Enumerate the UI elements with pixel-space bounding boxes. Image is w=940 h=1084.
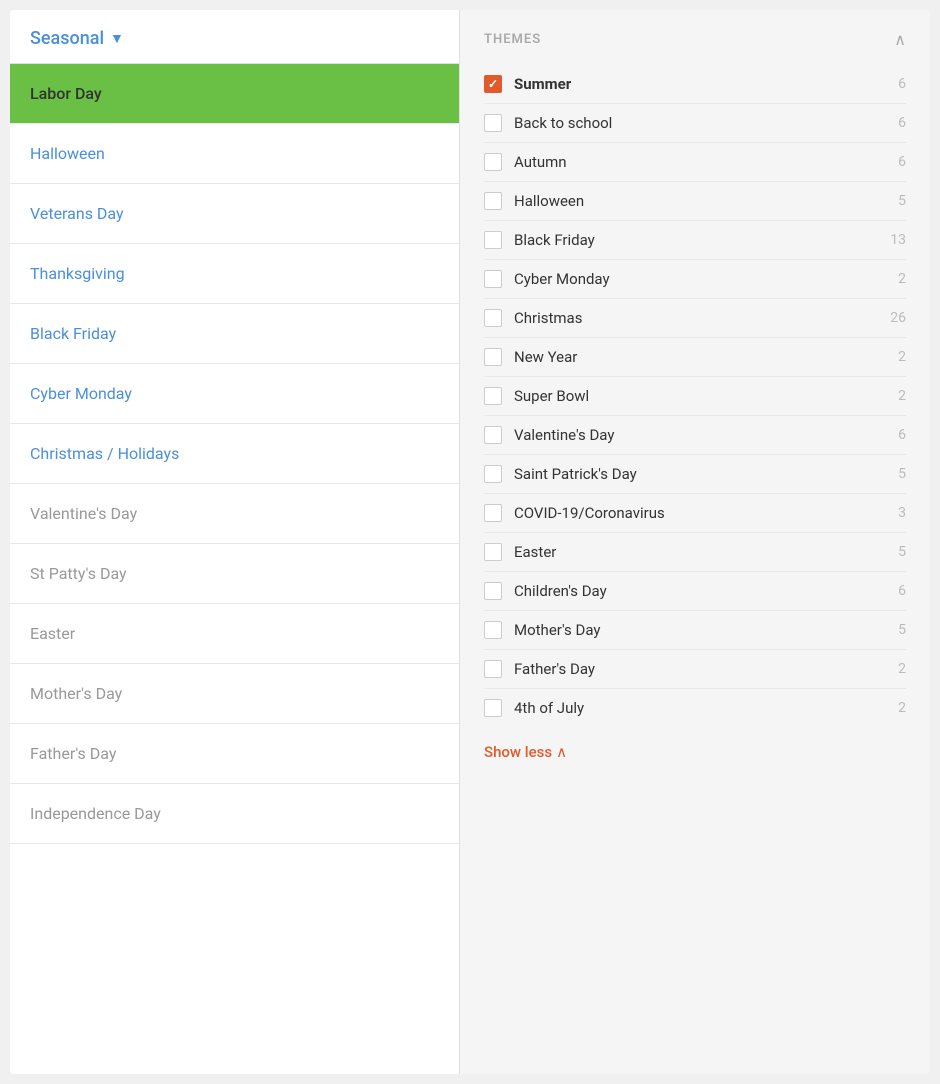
theme-item-summer: Summer 6 [484,65,906,104]
show-less-arrow-icon: ∧ [556,743,567,761]
left-item-black-friday[interactable]: Black Friday [10,304,459,364]
checkbox-back-to-school[interactable] [484,114,502,132]
checkbox-new-year[interactable] [484,348,502,366]
checkbox-easter[interactable] [484,543,502,561]
theme-count-childrens-day: 6 [882,583,906,599]
theme-name-back-to-school: Back to school [514,114,870,132]
checkbox-4th-of-july[interactable] [484,699,502,717]
themes-title: THEMES [484,32,541,47]
theme-item-back-to-school: Back to school 6 [484,104,906,143]
theme-count-valentines-day: 6 [882,427,906,443]
theme-count-autumn: 6 [882,154,906,170]
theme-item-valentines-day: Valentine's Day 6 [484,416,906,455]
theme-count-summer: 6 [882,76,906,92]
theme-name-super-bowl: Super Bowl [514,387,870,405]
left-item-veterans-day[interactable]: Veterans Day [10,184,459,244]
theme-item-covid: COVID-19/Coronavirus 3 [484,494,906,533]
theme-name-mothers-day: Mother's Day [514,621,870,639]
theme-count-cyber-monday: 2 [882,271,906,287]
left-item-fathers-day[interactable]: Father's Day [10,724,459,784]
checkbox-mothers-day[interactable] [484,621,502,639]
checkbox-covid[interactable] [484,504,502,522]
collapse-icon[interactable]: ∧ [894,30,906,49]
checkbox-saint-patricks[interactable] [484,465,502,483]
left-item-cyber-monday[interactable]: Cyber Monday [10,364,459,424]
right-panel: THEMES ∧ Summer 6 Back to school 6 Autumn 6 Ha… [460,10,930,1074]
theme-item-black-friday: Black Friday 13 [484,221,906,260]
show-less-button[interactable]: Show less ∧ [484,743,906,761]
theme-name-black-friday: Black Friday [514,231,870,249]
theme-name-new-year: New Year [514,348,870,366]
theme-name-summer: Summer [514,75,870,93]
left-item-christmas-holidays[interactable]: Christmas / Holidays [10,424,459,484]
left-items-list: Labor DayHalloweenVeterans DayThanksgivi… [10,64,459,844]
left-item-thanksgiving[interactable]: Thanksgiving [10,244,459,304]
theme-item-mothers-day: Mother's Day 5 [484,611,906,650]
left-item-halloween[interactable]: Halloween [10,124,459,184]
checkbox-halloween[interactable] [484,192,502,210]
theme-name-4th-of-july: 4th of July [514,699,870,717]
seasonal-label: Seasonal [30,28,104,49]
theme-count-black-friday: 13 [882,232,906,248]
left-panel: Seasonal ▼ Labor DayHalloweenVeterans Da… [10,10,460,1074]
theme-name-covid: COVID-19/Coronavirus [514,504,870,522]
theme-count-back-to-school: 6 [882,115,906,131]
theme-name-cyber-monday: Cyber Monday [514,270,870,288]
theme-count-4th-of-july: 2 [882,700,906,716]
checkbox-black-friday[interactable] [484,231,502,249]
checkbox-cyber-monday[interactable] [484,270,502,288]
theme-item-christmas: Christmas 26 [484,299,906,338]
theme-item-easter: Easter 5 [484,533,906,572]
theme-count-mothers-day: 5 [882,622,906,638]
left-item-easter[interactable]: Easter [10,604,459,664]
checkbox-christmas[interactable] [484,309,502,327]
theme-name-easter: Easter [514,543,870,561]
theme-item-4th-of-july: 4th of July 2 [484,689,906,727]
main-container: Seasonal ▼ Labor DayHalloweenVeterans Da… [10,10,930,1074]
checkbox-summer[interactable] [484,75,502,93]
theme-item-halloween: Halloween 5 [484,182,906,221]
theme-item-autumn: Autumn 6 [484,143,906,182]
theme-item-childrens-day: Children's Day 6 [484,572,906,611]
left-item-st-pattys-day[interactable]: St Patty's Day [10,544,459,604]
theme-count-new-year: 2 [882,349,906,365]
theme-count-covid: 3 [882,505,906,521]
checkbox-childrens-day[interactable] [484,582,502,600]
chevron-down-icon: ▼ [110,30,124,47]
themes-header: THEMES ∧ [484,30,906,49]
theme-name-halloween: Halloween [514,192,870,210]
checkbox-super-bowl[interactable] [484,387,502,405]
checkbox-fathers-day[interactable] [484,660,502,678]
theme-count-easter: 5 [882,544,906,560]
theme-name-christmas: Christmas [514,309,870,327]
theme-name-fathers-day: Father's Day [514,660,870,678]
theme-count-fathers-day: 2 [882,661,906,677]
theme-name-saint-patricks: Saint Patrick's Day [514,465,870,483]
theme-name-autumn: Autumn [514,153,870,171]
theme-item-super-bowl: Super Bowl 2 [484,377,906,416]
theme-count-christmas: 26 [882,310,906,326]
theme-item-cyber-monday: Cyber Monday 2 [484,260,906,299]
left-item-independence-day[interactable]: Independence Day [10,784,459,844]
theme-name-childrens-day: Children's Day [514,582,870,600]
theme-count-halloween: 5 [882,193,906,209]
theme-count-super-bowl: 2 [882,388,906,404]
themes-list: Summer 6 Back to school 6 Autumn 6 Halloween 5 B… [484,65,906,727]
left-item-mothers-day[interactable]: Mother's Day [10,664,459,724]
theme-item-saint-patricks: Saint Patrick's Day 5 [484,455,906,494]
checkbox-autumn[interactable] [484,153,502,171]
theme-name-valentines-day: Valentine's Day [514,426,870,444]
theme-item-fathers-day: Father's Day 2 [484,650,906,689]
left-header: Seasonal ▼ [10,10,459,64]
show-less-label: Show less [484,743,552,761]
left-item-labor-day[interactable]: Labor Day [10,64,459,124]
theme-item-new-year: New Year 2 [484,338,906,377]
seasonal-dropdown[interactable]: Seasonal ▼ [30,28,439,49]
checkbox-valentines-day[interactable] [484,426,502,444]
theme-count-saint-patricks: 5 [882,466,906,482]
left-item-valentines-day[interactable]: Valentine's Day [10,484,459,544]
